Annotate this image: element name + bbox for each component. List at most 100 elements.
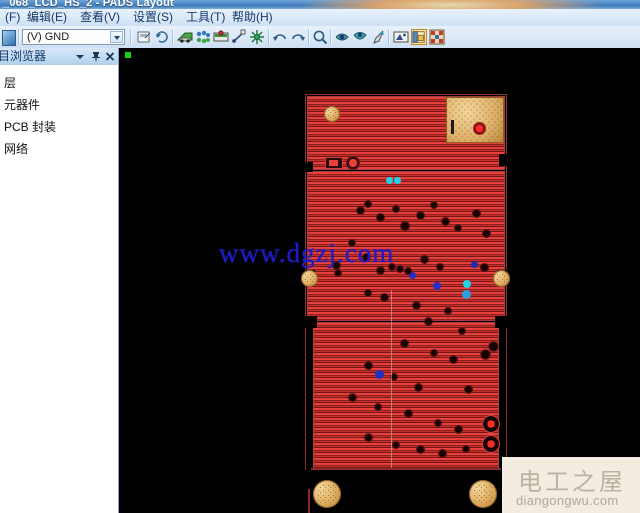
board-notch-left-top (305, 162, 313, 172)
connector-pad-c[interactable] (480, 349, 491, 360)
via[interactable] (420, 255, 429, 264)
redraw-icon[interactable] (370, 29, 386, 45)
new-design-icon[interactable] (136, 29, 152, 45)
tree-item-nets[interactable]: 网络 (0, 140, 118, 158)
testpoint-cyan-c[interactable] (463, 280, 471, 288)
via[interactable] (412, 301, 421, 310)
testpoint-blue-a[interactable] (462, 290, 471, 299)
testpoint-blue-e[interactable] (471, 261, 478, 268)
tree-item-pcb-decals[interactable]: PCB 封装 (0, 118, 118, 136)
redo-icon[interactable] (290, 29, 306, 45)
via[interactable] (400, 221, 410, 231)
mounting-pad-left-mid[interactable] (301, 270, 318, 287)
via[interactable] (454, 224, 462, 232)
mounting-pad-bottom-left[interactable] (313, 480, 341, 508)
menu-tools[interactable]: 工具(T) (181, 10, 230, 25)
panel-pin-button[interactable] (90, 50, 102, 63)
zoom-in-icon[interactable] (334, 29, 350, 45)
via[interactable] (374, 403, 382, 411)
connector-pad-b[interactable] (482, 435, 500, 453)
via[interactable] (430, 201, 438, 209)
via[interactable] (404, 267, 412, 275)
menu-edit[interactable]: 编辑(E) (22, 10, 72, 25)
chevron-down-icon[interactable] (110, 31, 123, 43)
testpoint-cyan-b[interactable] (394, 177, 401, 184)
via[interactable] (404, 409, 413, 418)
panel-body: 层 元器件 PCB 封装 网络 (0, 65, 118, 513)
via[interactable] (482, 229, 491, 238)
via-ring[interactable] (346, 156, 360, 170)
via[interactable] (380, 293, 389, 302)
zoom-out-icon[interactable] (352, 29, 368, 45)
via[interactable] (392, 441, 400, 449)
via[interactable] (392, 205, 400, 213)
tree-item-components[interactable]: 元器件 (0, 96, 118, 114)
drc-icon[interactable] (249, 29, 265, 45)
via[interactable] (434, 419, 442, 427)
via[interactable] (334, 269, 342, 277)
gold-finger-block[interactable] (446, 97, 504, 143)
pour-view-icon[interactable] (411, 29, 427, 45)
refresh-icon[interactable] (154, 29, 170, 45)
watermark-url: www.dgzj.com (219, 238, 395, 268)
tree-item-layers[interactable]: 层 (0, 74, 118, 92)
pcb-design-canvas[interactable] (119, 48, 640, 513)
layer-color-icon[interactable] (2, 30, 16, 46)
via[interactable] (364, 433, 373, 442)
menu-view[interactable]: 查看(V) (75, 10, 125, 25)
via[interactable] (438, 449, 447, 458)
panel-close-button[interactable] (104, 50, 116, 63)
window-title-bar: _068_LCD_HS_2 - PADS Layout (0, 0, 640, 9)
via[interactable] (356, 206, 365, 215)
via[interactable] (436, 263, 444, 271)
pour-manager-icon[interactable] (213, 29, 229, 45)
photoplot-icon[interactable] (393, 29, 409, 45)
pcb-board[interactable] (301, 94, 510, 513)
via[interactable] (449, 355, 458, 364)
via[interactable] (364, 200, 372, 208)
via[interactable] (416, 211, 425, 220)
mounting-pad-top-left[interactable] (324, 106, 340, 122)
menu-setup[interactable]: 设置(S) (128, 10, 178, 25)
measure-icon[interactable] (231, 29, 247, 45)
smd-pad[interactable] (329, 160, 338, 166)
via[interactable] (416, 445, 425, 454)
connector-pad-a[interactable] (482, 415, 500, 433)
via[interactable] (472, 209, 481, 218)
split-plane-icon[interactable] (195, 29, 211, 45)
origin-marker-icon (125, 52, 131, 58)
testpoint-blue-b[interactable] (433, 282, 441, 290)
ratsnest-line (391, 290, 392, 468)
via[interactable] (364, 361, 373, 370)
via[interactable] (464, 385, 473, 394)
via[interactable] (364, 289, 372, 297)
route-icon[interactable] (177, 29, 193, 45)
via[interactable] (444, 307, 452, 315)
mounting-pad-bottom-right[interactable] (469, 480, 497, 508)
menu-help[interactable]: 帮助(H) (227, 10, 278, 25)
testpoint-cyan-a[interactable] (386, 177, 393, 184)
via[interactable] (441, 217, 450, 226)
via-large-red[interactable] (473, 122, 486, 135)
undo-icon[interactable] (272, 29, 288, 45)
via[interactable] (414, 383, 423, 392)
zoom-icon[interactable] (312, 29, 328, 45)
via[interactable] (400, 339, 409, 348)
testpoint-blue-d[interactable] (375, 370, 384, 379)
via[interactable] (396, 265, 404, 273)
via[interactable] (424, 317, 433, 326)
via[interactable] (480, 263, 489, 272)
panel-menu-button[interactable] (74, 50, 86, 63)
via[interactable] (348, 393, 357, 402)
connector-pad-d[interactable] (488, 341, 499, 352)
net-select-combo[interactable]: (V) GND (22, 29, 125, 45)
via[interactable] (462, 445, 470, 453)
via[interactable] (458, 327, 466, 335)
via[interactable] (430, 349, 438, 357)
title-bar-glow (300, 0, 600, 9)
via[interactable] (454, 425, 463, 434)
window-title: _068_LCD_HS_2 - PADS Layout (3, 0, 174, 9)
layers-icon[interactable] (429, 29, 445, 45)
via[interactable] (376, 213, 385, 222)
mounting-pad-right-mid[interactable] (493, 270, 510, 287)
